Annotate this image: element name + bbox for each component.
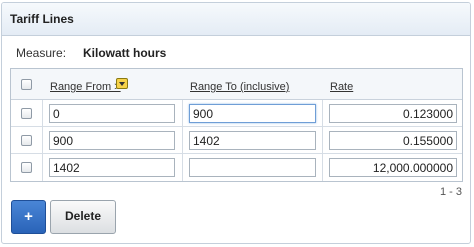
table-row [11, 100, 462, 127]
rate-input[interactable] [329, 104, 457, 123]
measure-label: Measure: [16, 46, 67, 60]
pagination-info: 1 - 3 [439, 186, 462, 198]
add-row-button[interactable]: + [11, 200, 46, 234]
column-header-rate[interactable]: Rate [330, 81, 353, 93]
rate-input[interactable] [329, 131, 457, 150]
sort-dropdown-icon[interactable] [116, 78, 128, 89]
range-to-input[interactable] [189, 131, 316, 150]
panel-title: Tariff Lines [2, 3, 470, 36]
range-from-input[interactable] [49, 131, 175, 150]
measure-row: Measure: Kilowatt hours [16, 46, 166, 60]
table-row [11, 127, 462, 154]
column-header-range-from[interactable]: Range From > [50, 81, 121, 93]
row-checkbox[interactable] [21, 108, 32, 119]
range-from-input[interactable] [49, 104, 175, 123]
range-to-input[interactable] [189, 104, 316, 123]
row-checkbox[interactable] [21, 162, 32, 173]
measure-value: Kilowatt hours [83, 46, 167, 60]
range-to-input[interactable] [189, 158, 316, 177]
select-all-checkbox[interactable] [21, 79, 32, 90]
table-row [11, 154, 462, 181]
tariff-lines-grid: Range From > Range To (inclusive) Rate [10, 68, 463, 182]
delete-button[interactable]: Delete [50, 200, 116, 234]
table-header-row: Range From > Range To (inclusive) Rate [11, 69, 462, 100]
range-from-input[interactable] [49, 158, 175, 177]
column-header-range-to[interactable]: Range To (inclusive) [190, 81, 289, 93]
row-checkbox[interactable] [21, 135, 32, 146]
rate-input[interactable] [329, 158, 457, 177]
